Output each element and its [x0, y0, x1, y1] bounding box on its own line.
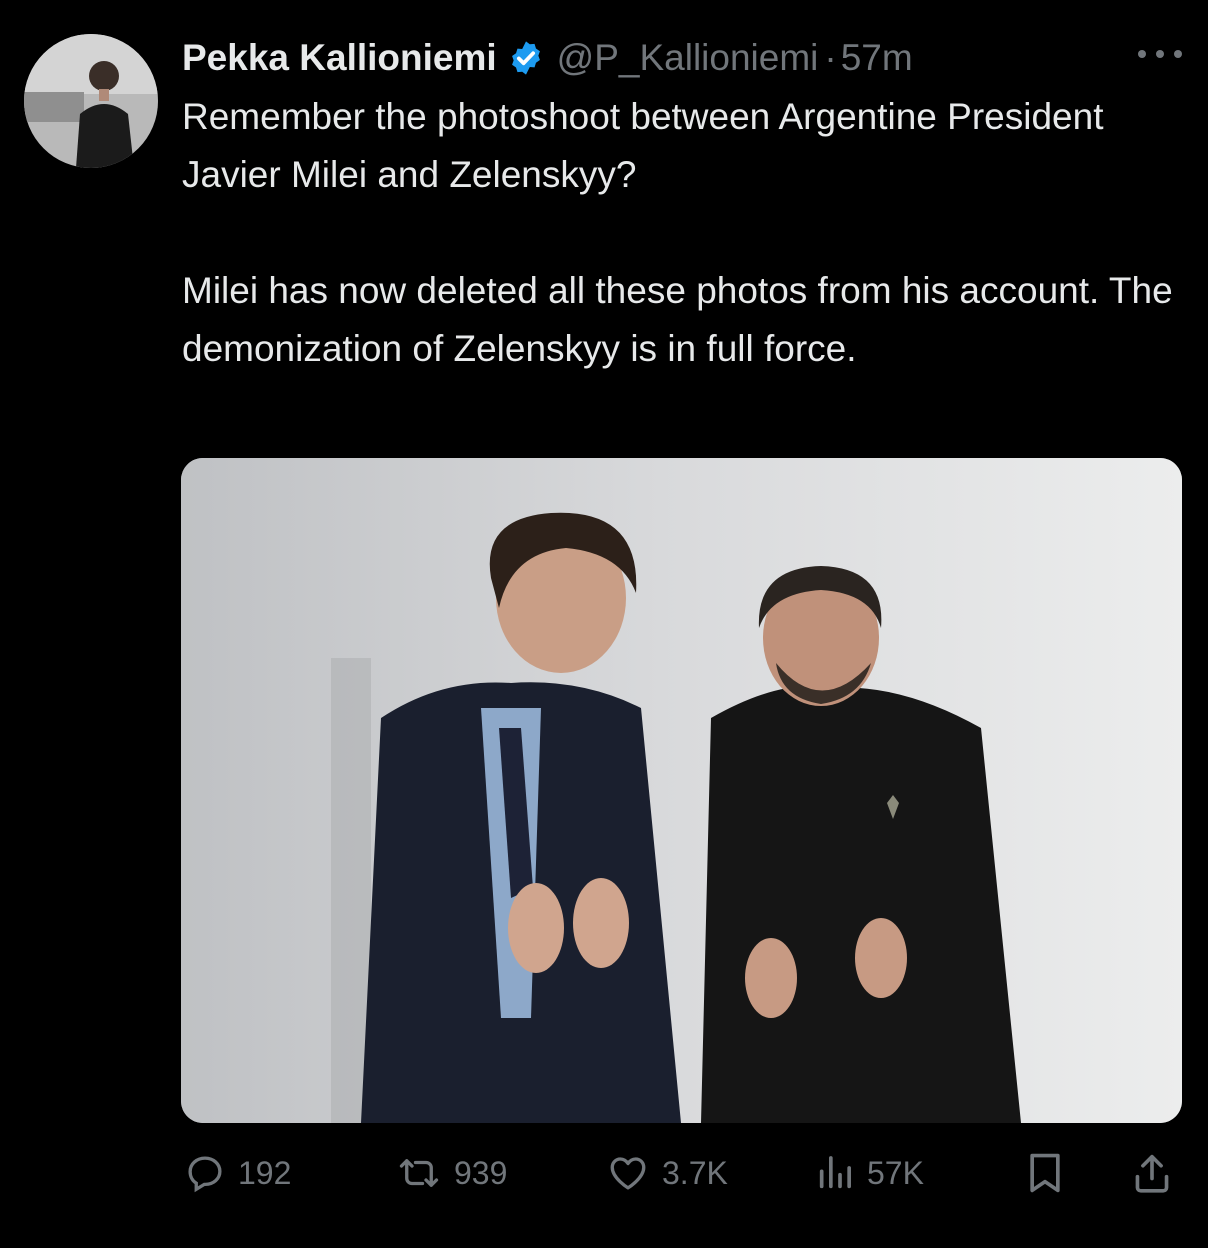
views-button[interactable]: 57K: [815, 1148, 924, 1198]
more-icon[interactable]: [1138, 42, 1182, 66]
tweet-paragraph: Milei has now deleted all these photos f…: [182, 270, 1173, 369]
bookmark-icon: [1030, 1153, 1060, 1193]
tweet[interactable]: Pekka Kallioniemi @P_Kallioniemi · 57m R…: [0, 0, 1208, 1248]
like-button[interactable]: 3.7K: [606, 1148, 728, 1198]
views-count: 57K: [867, 1154, 924, 1191]
bookmark-button[interactable]: [1026, 1148, 1064, 1198]
action-bar: 192 939 3.7K 57K: [0, 1148, 1208, 1198]
more-dot: [1138, 50, 1146, 58]
reply-button[interactable]: 192: [184, 1148, 291, 1198]
tweet-paragraph: Remember the photoshoot between Argentin…: [182, 96, 1104, 195]
repost-count: 939: [454, 1154, 508, 1191]
like-count: 3.7K: [662, 1154, 728, 1191]
separator-dot: ·: [824, 37, 837, 78]
more-dot: [1174, 50, 1182, 58]
reply-icon: [188, 1156, 222, 1193]
reply-count: 192: [238, 1154, 292, 1191]
share-icon: [1135, 1154, 1169, 1193]
share-button[interactable]: [1132, 1148, 1172, 1198]
timestamp[interactable]: 57m: [841, 37, 913, 79]
tweet-photo[interactable]: [181, 458, 1182, 1123]
tweet-header: Pekka Kallioniemi @P_Kallioniemi · 57m: [182, 30, 913, 86]
like-icon: [610, 1157, 646, 1190]
handle[interactable]: @P_Kallioniemi: [557, 37, 819, 79]
avatar-image: [24, 34, 158, 168]
views-icon: [819, 1156, 851, 1189]
more-dot: [1156, 50, 1164, 58]
tweet-text: Remember the photoshoot between Argentin…: [182, 88, 1182, 378]
display-name[interactable]: Pekka Kallioniemi: [182, 37, 497, 79]
repost-icon: [399, 1159, 439, 1187]
photo-image: [181, 458, 1182, 1123]
repost-button[interactable]: 939: [396, 1148, 507, 1198]
avatar[interactable]: [24, 34, 158, 168]
verified-badge-icon: [511, 41, 540, 75]
